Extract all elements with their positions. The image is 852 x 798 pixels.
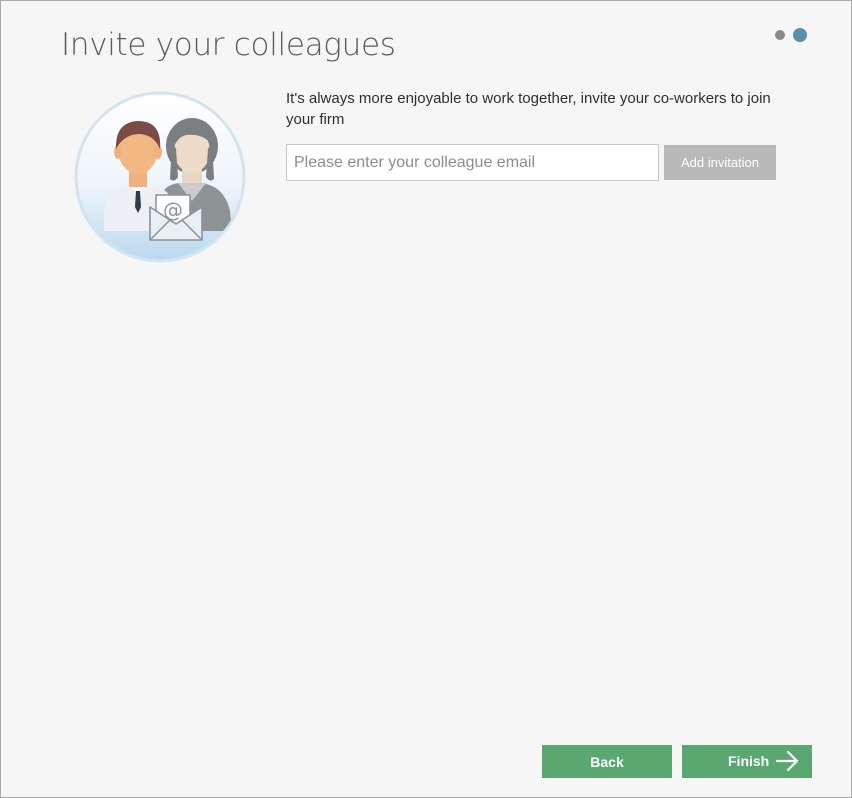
finish-button-label: Finish bbox=[728, 753, 770, 769]
step-dot-1 bbox=[775, 30, 785, 40]
invite-colleagues-window: Invite your colleagues @ It's always mor… bbox=[0, 0, 852, 798]
back-button[interactable]: Back bbox=[542, 745, 672, 778]
arrow-right-icon bbox=[776, 750, 799, 772]
page-title: Invite your colleagues bbox=[61, 27, 396, 63]
colleague-email-input[interactable] bbox=[286, 144, 659, 181]
colleagues-invitation-icon: @ bbox=[74, 91, 246, 263]
step-dot-2-active bbox=[793, 28, 807, 42]
invite-intro-text: It's always more enjoyable to work toget… bbox=[286, 90, 771, 128]
finish-button[interactable]: Finish bbox=[682, 745, 812, 778]
add-invitation-button[interactable]: Add invitation bbox=[664, 145, 776, 180]
